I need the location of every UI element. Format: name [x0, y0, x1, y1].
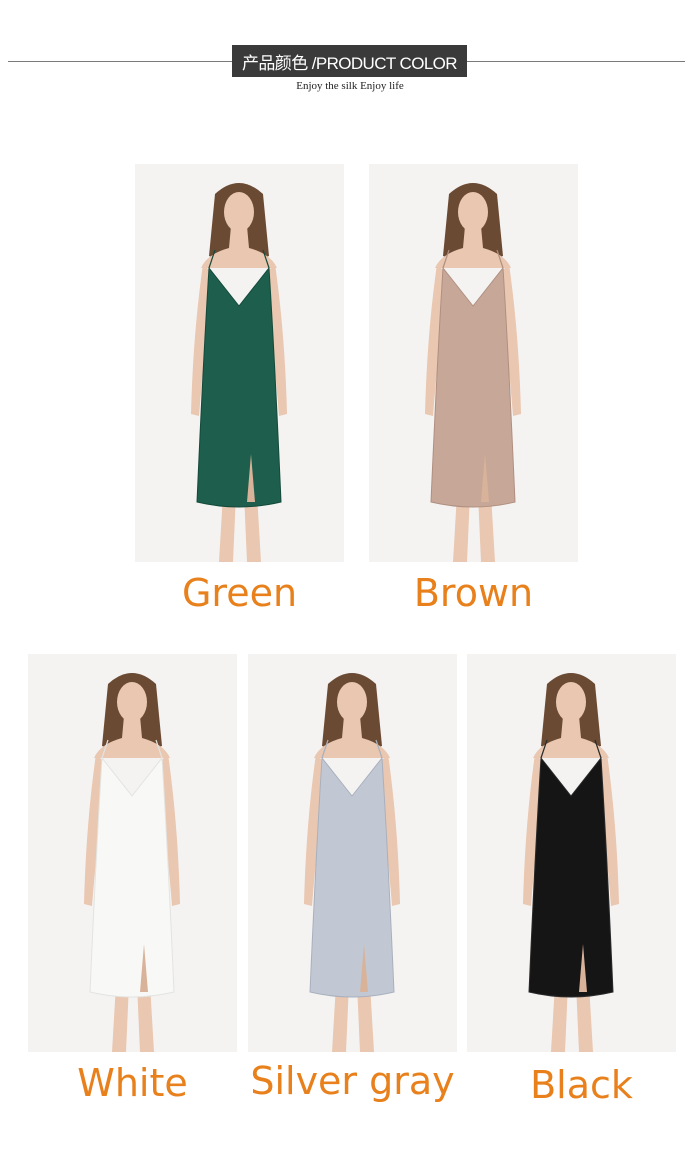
header-rule-right [467, 61, 685, 62]
product-photo-white[interactable] [28, 654, 237, 1052]
model-illustration [425, 183, 521, 562]
section-subtitle: Enjoy the silk Enjoy life [296, 80, 404, 92]
color-label-silver-gray: Silver gray [250, 1059, 455, 1103]
header-rule-left [8, 61, 232, 62]
product-photo-silver-gray[interactable] [248, 654, 457, 1052]
dress-shape [430, 266, 516, 508]
model-illustration [304, 673, 400, 1052]
dress-shape [309, 756, 395, 998]
model-illustration [523, 673, 619, 1052]
color-label-white: White [77, 1061, 188, 1105]
model-illustration [191, 183, 287, 562]
dress-shape [528, 756, 614, 998]
color-label-green: Green [181, 571, 298, 615]
face [458, 192, 488, 232]
product-photo-brown[interactable] [369, 164, 578, 562]
product-photo-black[interactable] [467, 654, 676, 1052]
dress-shape [196, 266, 282, 508]
product-photo-green[interactable] [135, 164, 344, 562]
section-title-banner: 产品颜色 /PRODUCT COLOR [232, 45, 467, 77]
face [224, 192, 254, 232]
dress-shape [89, 756, 175, 998]
color-label-black: Black [530, 1063, 633, 1107]
face [337, 682, 367, 722]
face [556, 682, 586, 722]
color-label-brown: Brown [413, 571, 534, 615]
model-illustration [84, 673, 180, 1052]
face [117, 682, 147, 722]
